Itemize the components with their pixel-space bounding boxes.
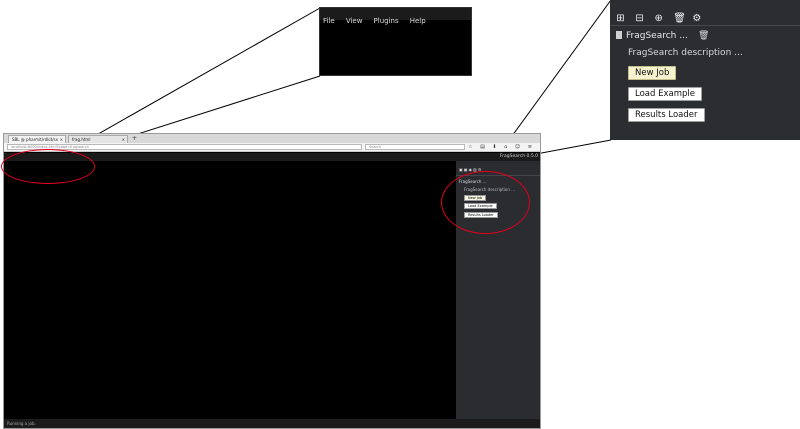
divider	[610, 25, 800, 26]
toolbar-icons[interactable]: ☆ ▤ ⬇ ⌂ ☺ ≡	[468, 143, 535, 151]
app-menu-bar: File View Plugins Help	[320, 8, 471, 25]
menu-view[interactable]: View	[346, 17, 363, 25]
panel-zoom-inset: ⊞ ⊟ ⊕ 🗑 ⚙ FragSearch ... 🗑 FragSearch de…	[610, 0, 800, 140]
trash-icon[interactable]: 🗑	[673, 14, 686, 24]
menu-highlight-ellipse	[1, 149, 95, 184]
document-icon	[616, 31, 622, 39]
target-icon[interactable]: ⊕	[654, 14, 663, 24]
panel-highlight-ellipse	[441, 171, 530, 234]
nav-bar: localhost:8000/index.html?page=fragsearc…	[4, 143, 540, 152]
tab-bar: SBL @ pharmit/rdkit/sx × frag.html × +	[4, 134, 540, 143]
browser-tab[interactable]: SBL @ pharmit/rdkit/sx ×	[8, 135, 66, 143]
panel-toolbar: ⊞ ⊟ ⊕ 🗑 ⚙	[616, 6, 706, 24]
menu-zoom-inset: File View Plugins Help	[319, 7, 472, 76]
close-icon[interactable]: ×	[122, 136, 125, 143]
status-bar: Running a job.	[4, 419, 540, 428]
plugin-description: FragSearch description ...	[628, 48, 743, 58]
load-example-button[interactable]: Load Example	[628, 87, 702, 101]
add-icon[interactable]: ⊞	[616, 14, 625, 24]
trash-icon[interactable]: 🗑	[698, 31, 709, 41]
search-input[interactable]: Search	[365, 144, 465, 150]
tab-label: SBL @ pharmit/rdkit/sx	[12, 137, 58, 142]
plugin-title-text: FragSearch ...	[626, 31, 688, 41]
plugin-title: FragSearch ...	[616, 31, 688, 41]
browser-tab[interactable]: frag.html ×	[68, 135, 128, 143]
menu-plugins[interactable]: Plugins	[374, 17, 399, 25]
remove-icon[interactable]: ⊟	[635, 14, 644, 24]
new-tab-icon[interactable]: +	[132, 134, 137, 143]
viewer-canvas[interactable]	[4, 161, 456, 421]
new-job-button[interactable]: New Job	[628, 66, 677, 80]
settings-icon[interactable]: ⚙	[692, 14, 701, 24]
menu-help[interactable]: Help	[410, 17, 426, 25]
tab-label: frag.html	[72, 137, 91, 142]
results-loader-button[interactable]: Results Loader	[628, 108, 705, 122]
version-label: FragSearch 0.5.0	[499, 154, 538, 159]
menu-file[interactable]: File	[323, 17, 335, 25]
close-icon[interactable]: ×	[60, 136, 63, 143]
